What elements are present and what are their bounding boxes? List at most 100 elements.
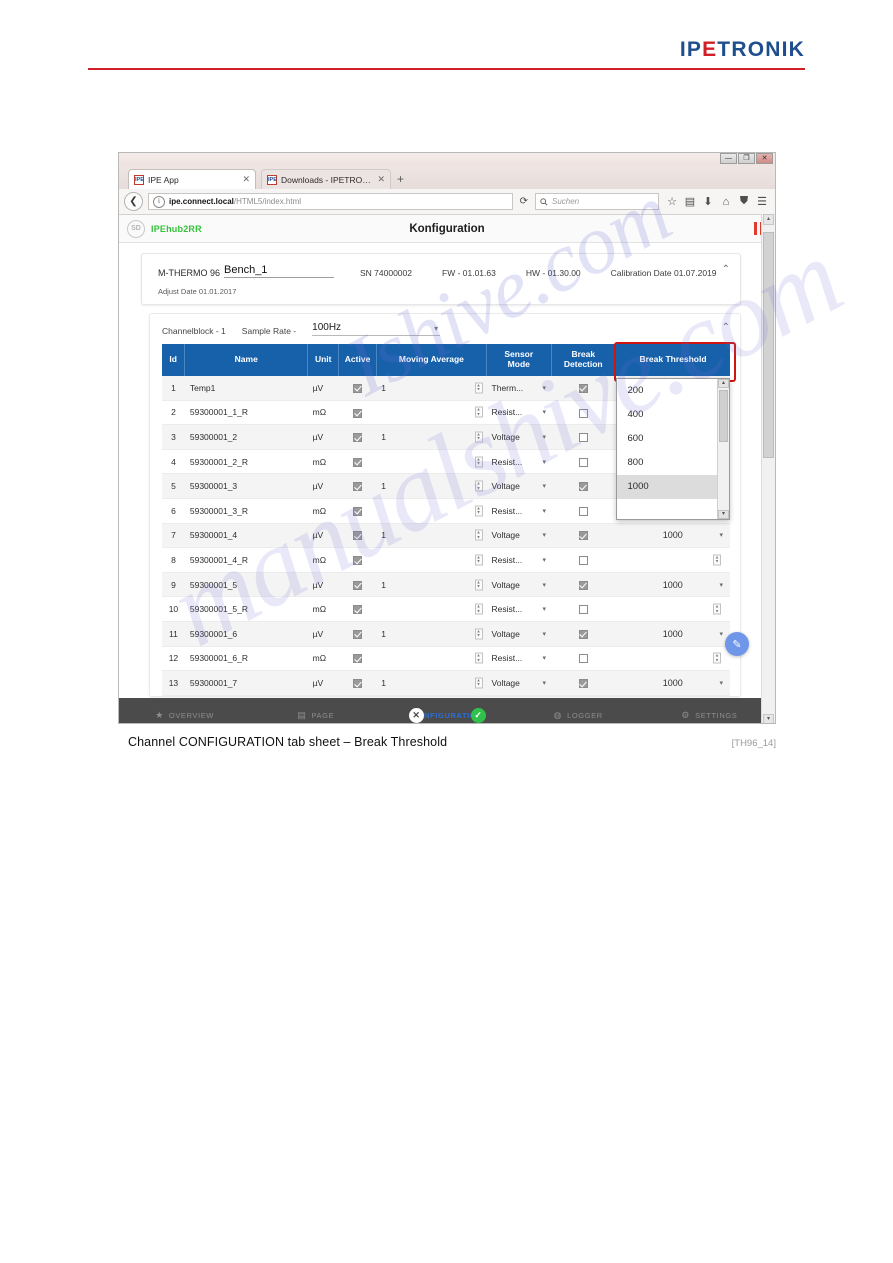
cell-active[interactable]	[338, 376, 377, 401]
break-detection-checkbox[interactable]	[578, 506, 588, 516]
cell-active[interactable]	[338, 572, 377, 598]
channel-name[interactable]: 59300001_4	[190, 530, 237, 540]
active-checkbox[interactable]	[353, 556, 363, 566]
sensor-mode-select[interactable]: Resist... ▾	[492, 506, 546, 516]
cell-active[interactable]	[338, 670, 377, 696]
column-header-moving-average[interactable]: Moving Average	[376, 344, 488, 376]
cell-id[interactable]: 9	[162, 572, 185, 598]
back-icon[interactable]: ❮	[124, 192, 143, 211]
dropdown-scrollbar[interactable]: ▴ ▾	[717, 379, 729, 519]
cell-active[interactable]	[338, 400, 377, 426]
break-detection-checkbox[interactable]	[578, 580, 588, 590]
cell-name[interactable]: 59300001_3	[184, 473, 308, 499]
sample-rate-select[interactable]: 100Hz ▾	[312, 322, 441, 336]
cell-break-detection[interactable]	[551, 400, 616, 426]
active-checkbox[interactable]	[353, 383, 363, 393]
cell-break-detection[interactable]	[551, 376, 616, 401]
cell-name[interactable]: 59300001_7	[184, 670, 308, 696]
cell-sensor-mode[interactable]: Voltage ▾	[486, 523, 552, 549]
cell-break-detection[interactable]	[551, 547, 616, 573]
cell-break-threshold[interactable]: 1000 ▾	[615, 621, 730, 647]
break-detection-checkbox[interactable]	[578, 605, 588, 615]
dropdown-option[interactable]: 1000	[616, 475, 729, 499]
cell-name[interactable]: 59300001_5	[184, 572, 308, 598]
cell-break-detection[interactable]	[551, 670, 616, 696]
cell-unit[interactable]: µV	[307, 621, 339, 647]
minimize-button[interactable]: —	[720, 153, 737, 164]
channel-name[interactable]: 59300001_7	[190, 678, 237, 688]
cell-break-detection[interactable]	[551, 596, 616, 622]
cell-unit[interactable]: mΩ	[307, 498, 339, 524]
cell-name[interactable]: 59300001_5_R	[184, 596, 308, 622]
dropdown-scroll-up-icon[interactable]: ▴	[718, 379, 729, 388]
active-checkbox[interactable]	[353, 433, 363, 443]
search-input[interactable]: Suchen	[535, 193, 659, 210]
cell-id[interactable]: 4	[162, 449, 185, 475]
cell-id[interactable]: 1	[162, 376, 185, 401]
dropdown-scrollbar-thumb[interactable]	[719, 390, 728, 442]
cell-active[interactable]	[338, 449, 377, 475]
cell-unit[interactable]: µV	[307, 523, 339, 549]
cell-id[interactable]: 13	[162, 670, 185, 696]
channel-name[interactable]: 59300001_5	[190, 580, 237, 590]
active-checkbox[interactable]	[353, 506, 363, 516]
moving-average-value[interactable]: 1	[381, 629, 386, 639]
sensor-mode-select[interactable]: Voltage ▾	[492, 530, 546, 540]
cell-moving-average[interactable]: 1 ▴ ▾	[376, 523, 487, 549]
break-detection-checkbox[interactable]	[578, 654, 588, 664]
moving-average-stepper[interactable]: ▴ ▾	[474, 505, 483, 517]
break-detection-checkbox[interactable]	[578, 383, 588, 393]
active-checkbox[interactable]	[353, 580, 363, 590]
cell-sensor-mode[interactable]: Resist... ▾	[486, 547, 552, 573]
cancel-badge-icon[interactable]: ✕	[409, 707, 424, 723]
sensor-mode-select[interactable]: Resist... ▾	[492, 457, 546, 467]
break-threshold-select[interactable]: 1000 ▾	[621, 530, 726, 540]
column-header-sensor-mode[interactable]: Sensor Mode	[486, 344, 552, 376]
browser-page-scrollbar[interactable]: ▴ ▾	[761, 214, 775, 723]
cell-sensor-mode[interactable]: Resist... ▾	[486, 498, 552, 524]
moving-average-stepper[interactable]: ▴ ▾	[474, 603, 483, 615]
cell-name[interactable]: 59300001_4	[184, 523, 308, 549]
cell-unit[interactable]: µV	[307, 376, 339, 401]
dropdown-option[interactable]: 400	[617, 403, 730, 427]
sensor-mode-select[interactable]: Voltage ▾	[492, 580, 546, 590]
channel-name[interactable]: 59300001_3_R	[190, 506, 248, 516]
cell-break-detection[interactable]	[551, 523, 616, 549]
channel-name[interactable]: 59300001_6	[190, 629, 237, 639]
sensor-mode-select[interactable]: Voltage ▾	[492, 481, 546, 491]
break-detection-checkbox[interactable]	[578, 556, 588, 566]
cell-unit[interactable]: mΩ	[307, 646, 339, 672]
moving-average-stepper[interactable]: ▴ ▾	[474, 456, 483, 468]
sensor-mode-select[interactable]: Resist... ▾	[492, 555, 546, 565]
cell-name[interactable]: 59300001_2	[184, 424, 308, 450]
active-checkbox[interactable]	[353, 679, 363, 689]
dropdown-option[interactable]: 600	[617, 427, 730, 451]
moving-average-value[interactable]: 1	[381, 481, 386, 491]
browser-tab-ipe-app[interactable]: IPE IPE App ✕	[128, 169, 256, 189]
break-detection-checkbox[interactable]	[578, 531, 588, 541]
cell-active[interactable]	[338, 498, 377, 524]
nav-item-page[interactable]: ▤ PAGE	[250, 710, 381, 721]
moving-average-value[interactable]: 1	[381, 580, 386, 590]
break-threshold-dropdown[interactable]: 200 400 600 800 1000 ▴ ▾	[615, 378, 730, 520]
channel-name[interactable]: 59300001_3	[190, 481, 237, 491]
dropdown-scroll-down-icon[interactable]: ▾	[718, 510, 729, 519]
cell-unit[interactable]: µV	[307, 572, 339, 598]
cell-id[interactable]: 5	[162, 473, 185, 499]
cell-unit[interactable]: mΩ	[307, 449, 339, 475]
cell-name[interactable]: Temp1	[184, 376, 308, 401]
column-header-name[interactable]: Name	[184, 344, 309, 376]
cell-break-threshold[interactable]: ▴▾	[615, 547, 730, 573]
cell-active[interactable]	[338, 473, 377, 499]
sensor-mode-select[interactable]: Therm... ▾	[492, 383, 546, 393]
cell-moving-average[interactable]: ▴ ▾	[376, 596, 487, 622]
cell-moving-average[interactable]: ▴ ▾	[376, 646, 487, 672]
channel-name[interactable]: 59300001_4_R	[190, 555, 248, 565]
moving-average-stepper[interactable]: ▴ ▾	[474, 480, 483, 492]
cell-unit[interactable]: mΩ	[307, 400, 339, 426]
break-detection-checkbox[interactable]	[578, 629, 588, 639]
break-threshold-select[interactable]: 1000 ▾	[621, 580, 726, 590]
cell-break-detection[interactable]	[551, 449, 616, 475]
sensor-mode-select[interactable]: Resist... ▾	[492, 653, 546, 663]
cell-name[interactable]: 59300001_3_R	[184, 498, 308, 524]
